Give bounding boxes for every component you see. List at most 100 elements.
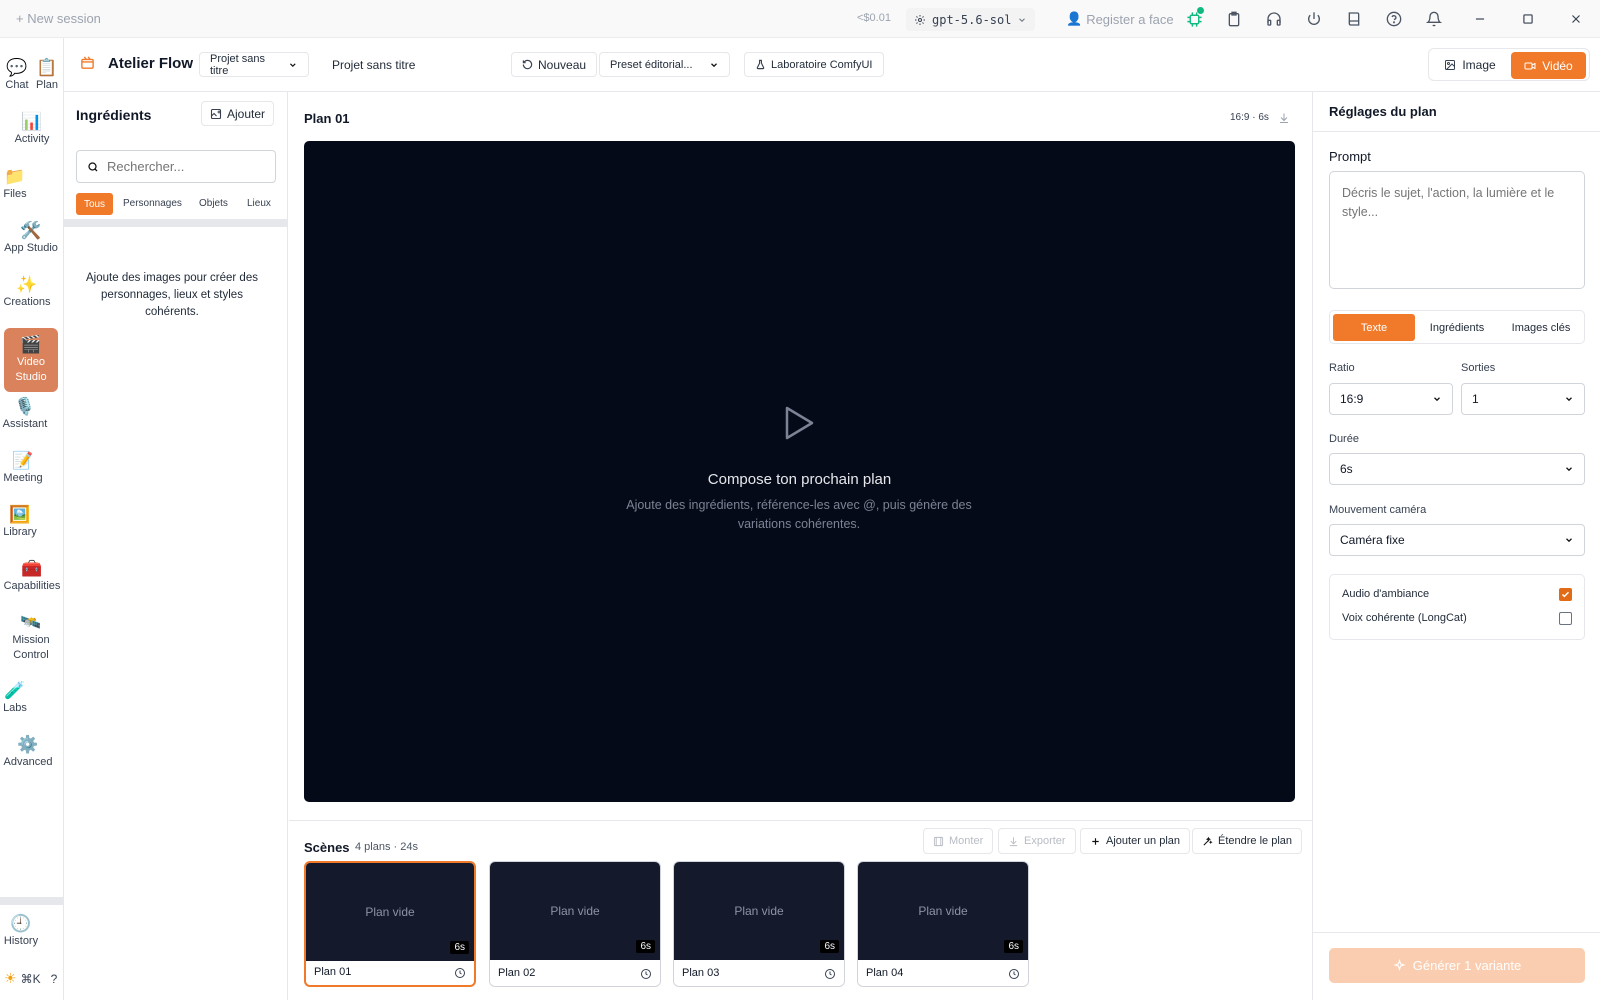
tab-ingredients[interactable]: Ingrédients	[1415, 314, 1499, 341]
cpu-status-icon[interactable]	[1184, 7, 1204, 29]
nav-mission-control[interactable]: 🛰️ Mission Control	[0, 613, 62, 663]
preset-select[interactable]: Preset éditorial...	[599, 52, 730, 77]
new-project-button[interactable]: Nouveau	[511, 52, 598, 77]
model-selector[interactable]: gpt-5.6-sol	[906, 8, 1036, 31]
tab-characters[interactable]: Personnages	[123, 198, 182, 209]
nav-history[interactable]: 🕘 History	[0, 914, 42, 949]
comfyui-lab-button[interactable]: Laboratoire ComfyUI	[744, 52, 884, 77]
toolbox-icon: 🧰	[21, 559, 43, 578]
register-face-button[interactable]: 👤 Register a face	[1066, 11, 1174, 27]
new-session-button[interactable]: + New session	[16, 11, 101, 26]
duration-badge: 6s	[820, 940, 839, 953]
nav-meeting[interactable]: 📝 Meeting	[0, 451, 46, 486]
chevron-down-icon	[1566, 538, 1572, 543]
add-plan-button[interactable]: Ajouter un plan	[1080, 828, 1190, 854]
nav-scrollbar[interactable]	[0, 897, 63, 905]
title-bar: + New session <$0.01 gpt-5.6-sol 👤 Regis…	[0, 0, 1600, 38]
project-name[interactable]: Projet sans titre	[332, 58, 415, 72]
headphones-icon[interactable]	[1264, 9, 1284, 29]
mode-video-button[interactable]: Vidéo	[1511, 52, 1586, 79]
project-select-value: Projet sans titre	[210, 52, 266, 77]
nav-assistant-label: Assistant	[2, 418, 48, 430]
plan-card-1[interactable]: Plan vide 6s Plan 01	[304, 861, 476, 987]
plan-meta: 16:9 · 6s	[1230, 112, 1269, 123]
clock-icon[interactable]	[640, 968, 652, 980]
nav-chat-label: Chat	[5, 79, 29, 91]
ingredient-scrollbar[interactable]	[64, 219, 287, 227]
nav-labs[interactable]: 🧪 Labs	[0, 681, 30, 716]
ratio-value: 16:9	[1340, 392, 1364, 406]
play-icon[interactable]	[782, 404, 816, 442]
nav-library[interactable]: 🖼️ Library	[0, 505, 40, 540]
divider	[1313, 932, 1600, 933]
ratio-select[interactable]: 16:9	[1329, 383, 1453, 415]
export-button[interactable]: Exporter	[998, 828, 1076, 854]
nav-activity[interactable]: 📊 Activity	[0, 112, 64, 147]
bell-icon[interactable]	[1424, 9, 1444, 29]
camera-select[interactable]: Caméra fixe	[1329, 524, 1585, 556]
generate-button[interactable]: Générer 1 variante	[1329, 948, 1585, 983]
nav-video-studio[interactable]: 🎬 Video Studio	[4, 328, 58, 392]
clock-icon[interactable]	[1008, 968, 1020, 980]
nav-app-studio[interactable]: 🛠️ App Studio	[0, 221, 62, 256]
ingredient-search[interactable]	[76, 150, 276, 183]
plan-thumbnail: Plan vide	[674, 862, 844, 960]
help-button[interactable]: ?	[51, 972, 58, 986]
nav-plan[interactable]: 📋 Plan	[32, 58, 62, 93]
nav-video-label-2: Studio	[15, 371, 47, 383]
plan-empty-label: Plan vide	[550, 904, 600, 918]
plan-thumbnail: Plan vide	[858, 862, 1028, 960]
download-icon[interactable]	[1278, 112, 1290, 124]
minimize-icon[interactable]	[1470, 9, 1490, 29]
ratio-label: Ratio	[1329, 362, 1355, 374]
nav-capabilities[interactable]: 🧰 Capabilities	[0, 559, 64, 594]
preview-canvas[interactable]: Compose ton prochain plan Ajoute des ing…	[304, 141, 1295, 802]
command-k-shortcut[interactable]: ⌘K	[21, 972, 41, 986]
chevron-down-icon	[1434, 397, 1440, 402]
plan-card-4[interactable]: Plan vide 6s Plan 04	[857, 861, 1029, 987]
tab-places[interactable]: Lieux	[247, 198, 271, 209]
add-ingredient-button[interactable]: Ajouter	[201, 101, 275, 126]
sun-icon[interactable]: ☀	[4, 970, 17, 987]
tab-all[interactable]: Tous	[76, 193, 113, 215]
extend-plan-button[interactable]: Étendre le plan	[1192, 828, 1302, 854]
clock-icon[interactable]	[824, 968, 836, 980]
plan-card-3[interactable]: Plan vide 6s Plan 03	[673, 861, 845, 987]
audio-checkbox[interactable]	[1559, 588, 1572, 601]
search-input[interactable]	[107, 159, 257, 174]
voice-label: Voix cohérente (LongCat)	[1342, 612, 1467, 624]
clock-icon[interactable]	[454, 967, 466, 979]
clapper-board-icon: 🎬	[20, 335, 42, 354]
outputs-select[interactable]: 1	[1461, 383, 1585, 415]
voice-checkbox[interactable]	[1559, 612, 1572, 625]
tab-keyframes[interactable]: Images clés	[1499, 314, 1583, 341]
nav-creations[interactable]: ✨ Creations	[0, 275, 54, 310]
nav-chat[interactable]: 💬 Chat	[2, 58, 32, 93]
mode-image-button[interactable]: Image	[1432, 52, 1508, 77]
monter-button[interactable]: Monter	[923, 828, 994, 854]
plan-empty-label: Plan vide	[734, 904, 784, 918]
nav-assistant[interactable]: 🎙️ Assistant	[0, 397, 50, 432]
prompt-input[interactable]	[1329, 171, 1585, 289]
maximize-icon[interactable]	[1518, 9, 1538, 29]
divider	[1313, 131, 1600, 132]
book-icon[interactable]	[1344, 9, 1364, 29]
nav-files[interactable]: 📁 Files	[0, 167, 30, 202]
gear-icon: ⚙️	[17, 735, 39, 754]
plan-card-2[interactable]: Plan vide 6s Plan 02	[489, 861, 661, 987]
extend-plan-label: Étendre le plan	[1218, 835, 1292, 847]
clipboard-icon[interactable]	[1224, 9, 1244, 29]
nav-advanced[interactable]: ⚙️ Advanced	[0, 735, 56, 770]
tab-text[interactable]: Texte	[1333, 314, 1415, 341]
help-circle-icon[interactable]	[1384, 9, 1404, 29]
camera-value: Caméra fixe	[1340, 533, 1405, 547]
power-icon[interactable]	[1304, 9, 1324, 29]
project-select[interactable]: Projet sans titre	[199, 52, 309, 77]
app-header: Atelier Flow Projet sans titre Projet sa…	[64, 38, 1600, 92]
tab-objects[interactable]: Objets	[199, 198, 228, 209]
settings-title: Réglages du plan	[1329, 104, 1437, 119]
duration-select[interactable]: 6s	[1329, 453, 1585, 485]
mode-toggle: Image Vidéo	[1428, 48, 1590, 81]
close-icon[interactable]	[1566, 9, 1586, 29]
duration-badge: 6s	[1004, 940, 1023, 953]
